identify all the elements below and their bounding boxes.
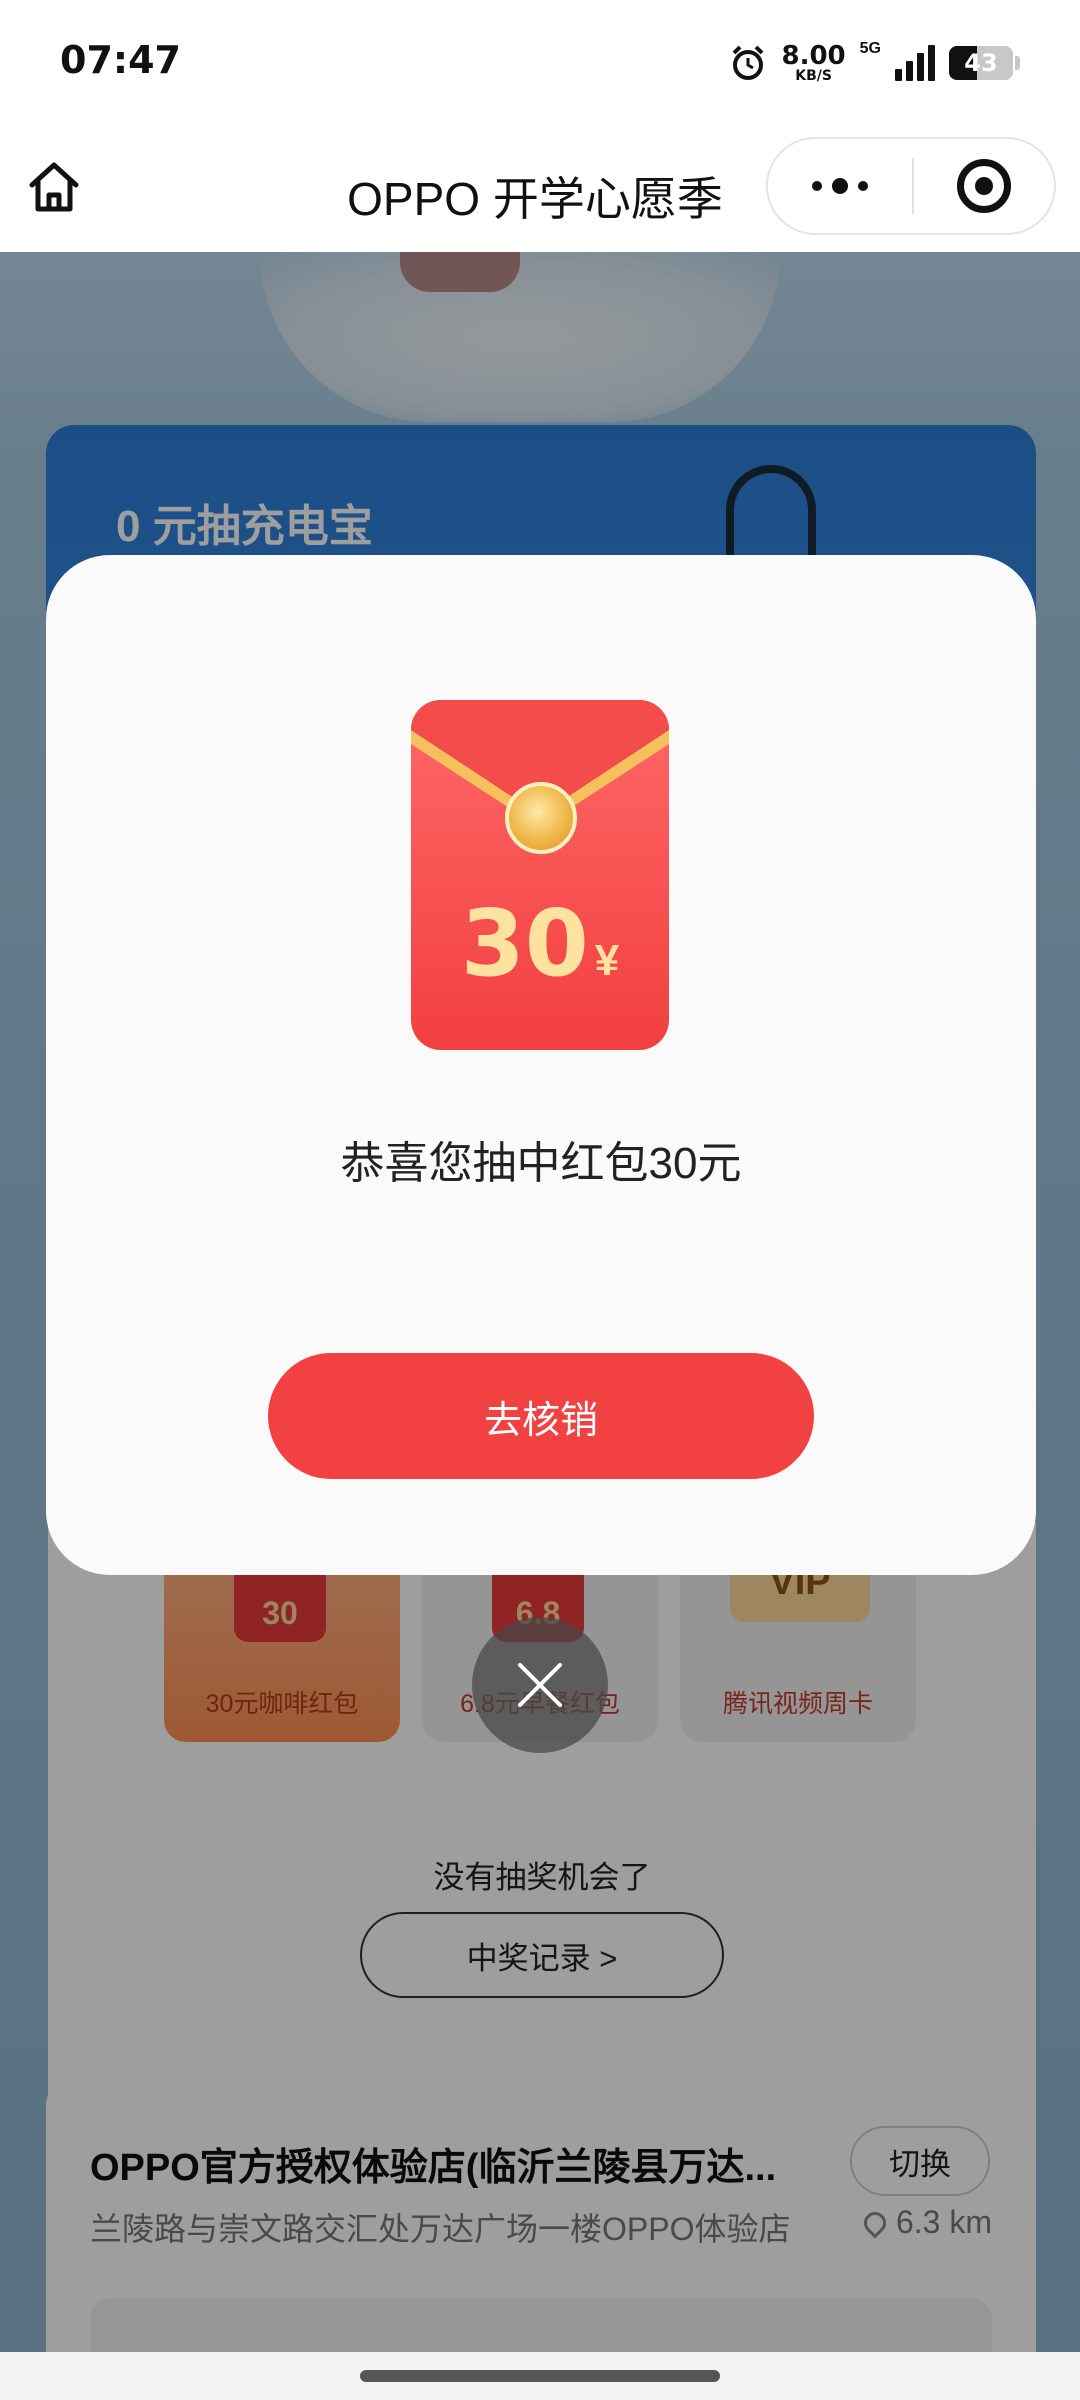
network-speed: 8.00 KB/S (782, 43, 846, 83)
status-bar: 07:47 8.00 KB/S 5G 43 (0, 0, 1080, 125)
network-type: 5G (859, 40, 881, 57)
envelope-seal (505, 782, 577, 854)
alarm-icon (732, 45, 763, 80)
envelope-amount: 30 (460, 890, 589, 997)
prize-result-dialog: 30 ¥ 恭喜您抽中红包30元 去核销 (46, 555, 1036, 1575)
redeem-button[interactable]: 去核销 (268, 1353, 814, 1479)
signal-icon (895, 45, 935, 81)
network-speed-value: 8.00 (781, 41, 846, 71)
gesture-bar (0, 2352, 1080, 2400)
status-time: 07:47 (60, 38, 181, 82)
status-icons: 8.00 KB/S 5G 43 (728, 38, 1020, 88)
battery-level: 43 (964, 49, 998, 77)
close-icon[interactable] (472, 1617, 608, 1753)
more-dots-icon[interactable] (768, 139, 912, 233)
nav-bar: OPPO 开学心愿季 (0, 125, 1080, 252)
battery-icon: 43 (949, 46, 1013, 80)
envelope-currency: ¥ (594, 936, 620, 985)
prize-message: 恭喜您抽中红包30元 (340, 1139, 742, 1188)
red-envelope-icon: 30 ¥ (411, 700, 669, 1050)
home-indicator[interactable] (360, 2370, 720, 2382)
target-icon[interactable] (914, 139, 1054, 233)
envelope-value: 30 ¥ (411, 890, 669, 997)
network-speed-unit: KB/S (795, 68, 832, 84)
mini-program-capsule (766, 137, 1056, 235)
